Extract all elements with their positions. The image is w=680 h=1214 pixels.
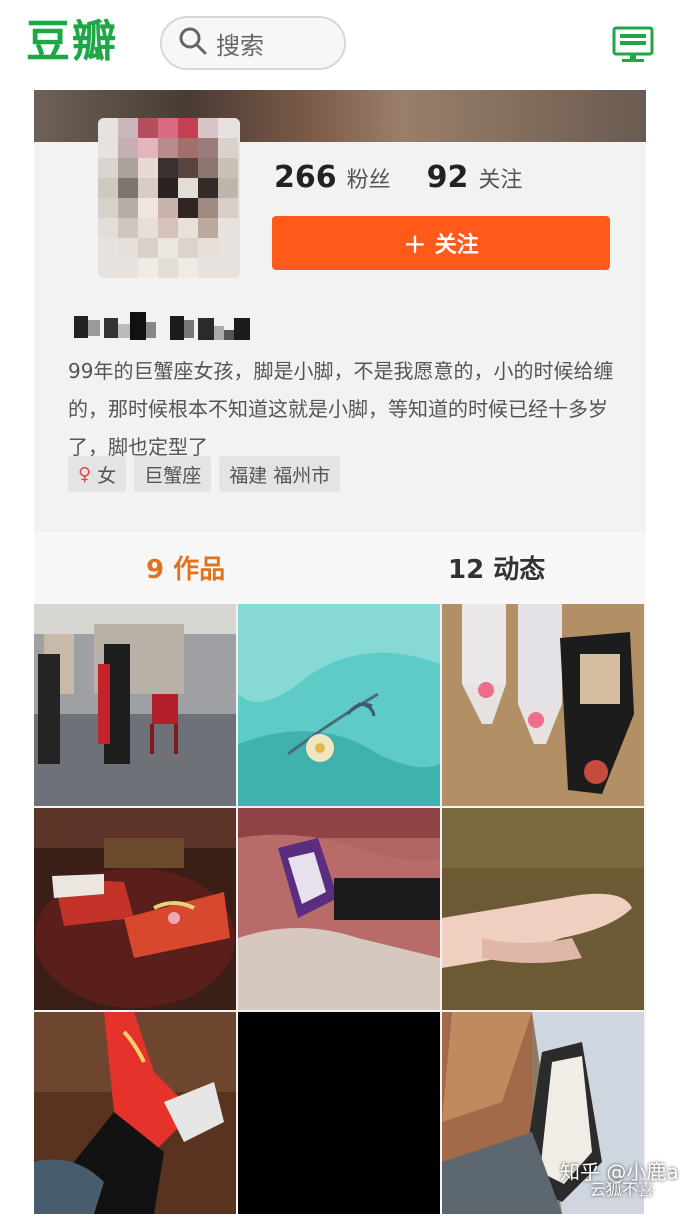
- photo-thumbnail[interactable]: [238, 808, 440, 1010]
- follow-button[interactable]: + 关注: [272, 216, 610, 270]
- monitor-icon[interactable]: [612, 26, 654, 64]
- search-placeholder: 搜索: [216, 31, 264, 60]
- search-box[interactable]: 搜索: [160, 16, 346, 70]
- watermark-subtext: 云狐不喜: [590, 1180, 655, 1199]
- content-tabs: 9 作品 12 动态: [34, 530, 646, 604]
- following-count[interactable]: 92: [427, 160, 469, 195]
- tag-zodiac: 巨蟹座: [134, 456, 212, 492]
- following-label[interactable]: 关注: [478, 162, 522, 194]
- followers-count[interactable]: 266: [274, 160, 337, 195]
- profile-bio: 99年的巨蟹座女孩，脚是小脚，不是我愿意的，小的时候给缠的，那时候根本不知道这就…: [68, 359, 614, 459]
- douban-logo[interactable]: 豆瓣: [26, 14, 118, 70]
- tag-location: 福建 福州市: [219, 456, 341, 492]
- search-icon: [178, 26, 208, 60]
- photo-thumbnail[interactable]: [238, 1012, 440, 1214]
- photo-thumbnail[interactable]: [442, 604, 644, 806]
- photo-thumbnail[interactable]: [238, 604, 440, 806]
- photo-grid: [34, 604, 646, 1214]
- top-bar: 豆瓣 搜索: [0, 0, 680, 90]
- follow-button-label: 关注: [434, 233, 479, 258]
- tab-moments[interactable]: 12 动态: [448, 549, 545, 586]
- photo-thumbnail[interactable]: [34, 808, 236, 1010]
- avatar[interactable]: [98, 118, 240, 278]
- profile-stats: 266 粉丝 92 关注: [274, 160, 522, 200]
- profile-card: 266 粉丝 92 关注 + 关注 99年的巨蟹座女孩，脚是小脚，不是我愿意的，…: [34, 90, 646, 1214]
- followers-label[interactable]: 粉丝: [347, 162, 391, 194]
- female-icon: ♀: [78, 463, 92, 485]
- tag-gender-label: 女: [97, 464, 117, 487]
- profile-tags: ♀ 女 巨蟹座 福建 福州市: [68, 456, 341, 492]
- tab-works[interactable]: 9 作品: [146, 549, 225, 586]
- nickname-redacted: [74, 310, 264, 344]
- photo-thumbnail[interactable]: [34, 604, 236, 806]
- tag-gender: ♀ 女: [68, 456, 127, 492]
- photo-thumbnail[interactable]: [34, 1012, 236, 1214]
- photo-thumbnail[interactable]: [442, 808, 644, 1010]
- plus-icon: +: [403, 226, 427, 260]
